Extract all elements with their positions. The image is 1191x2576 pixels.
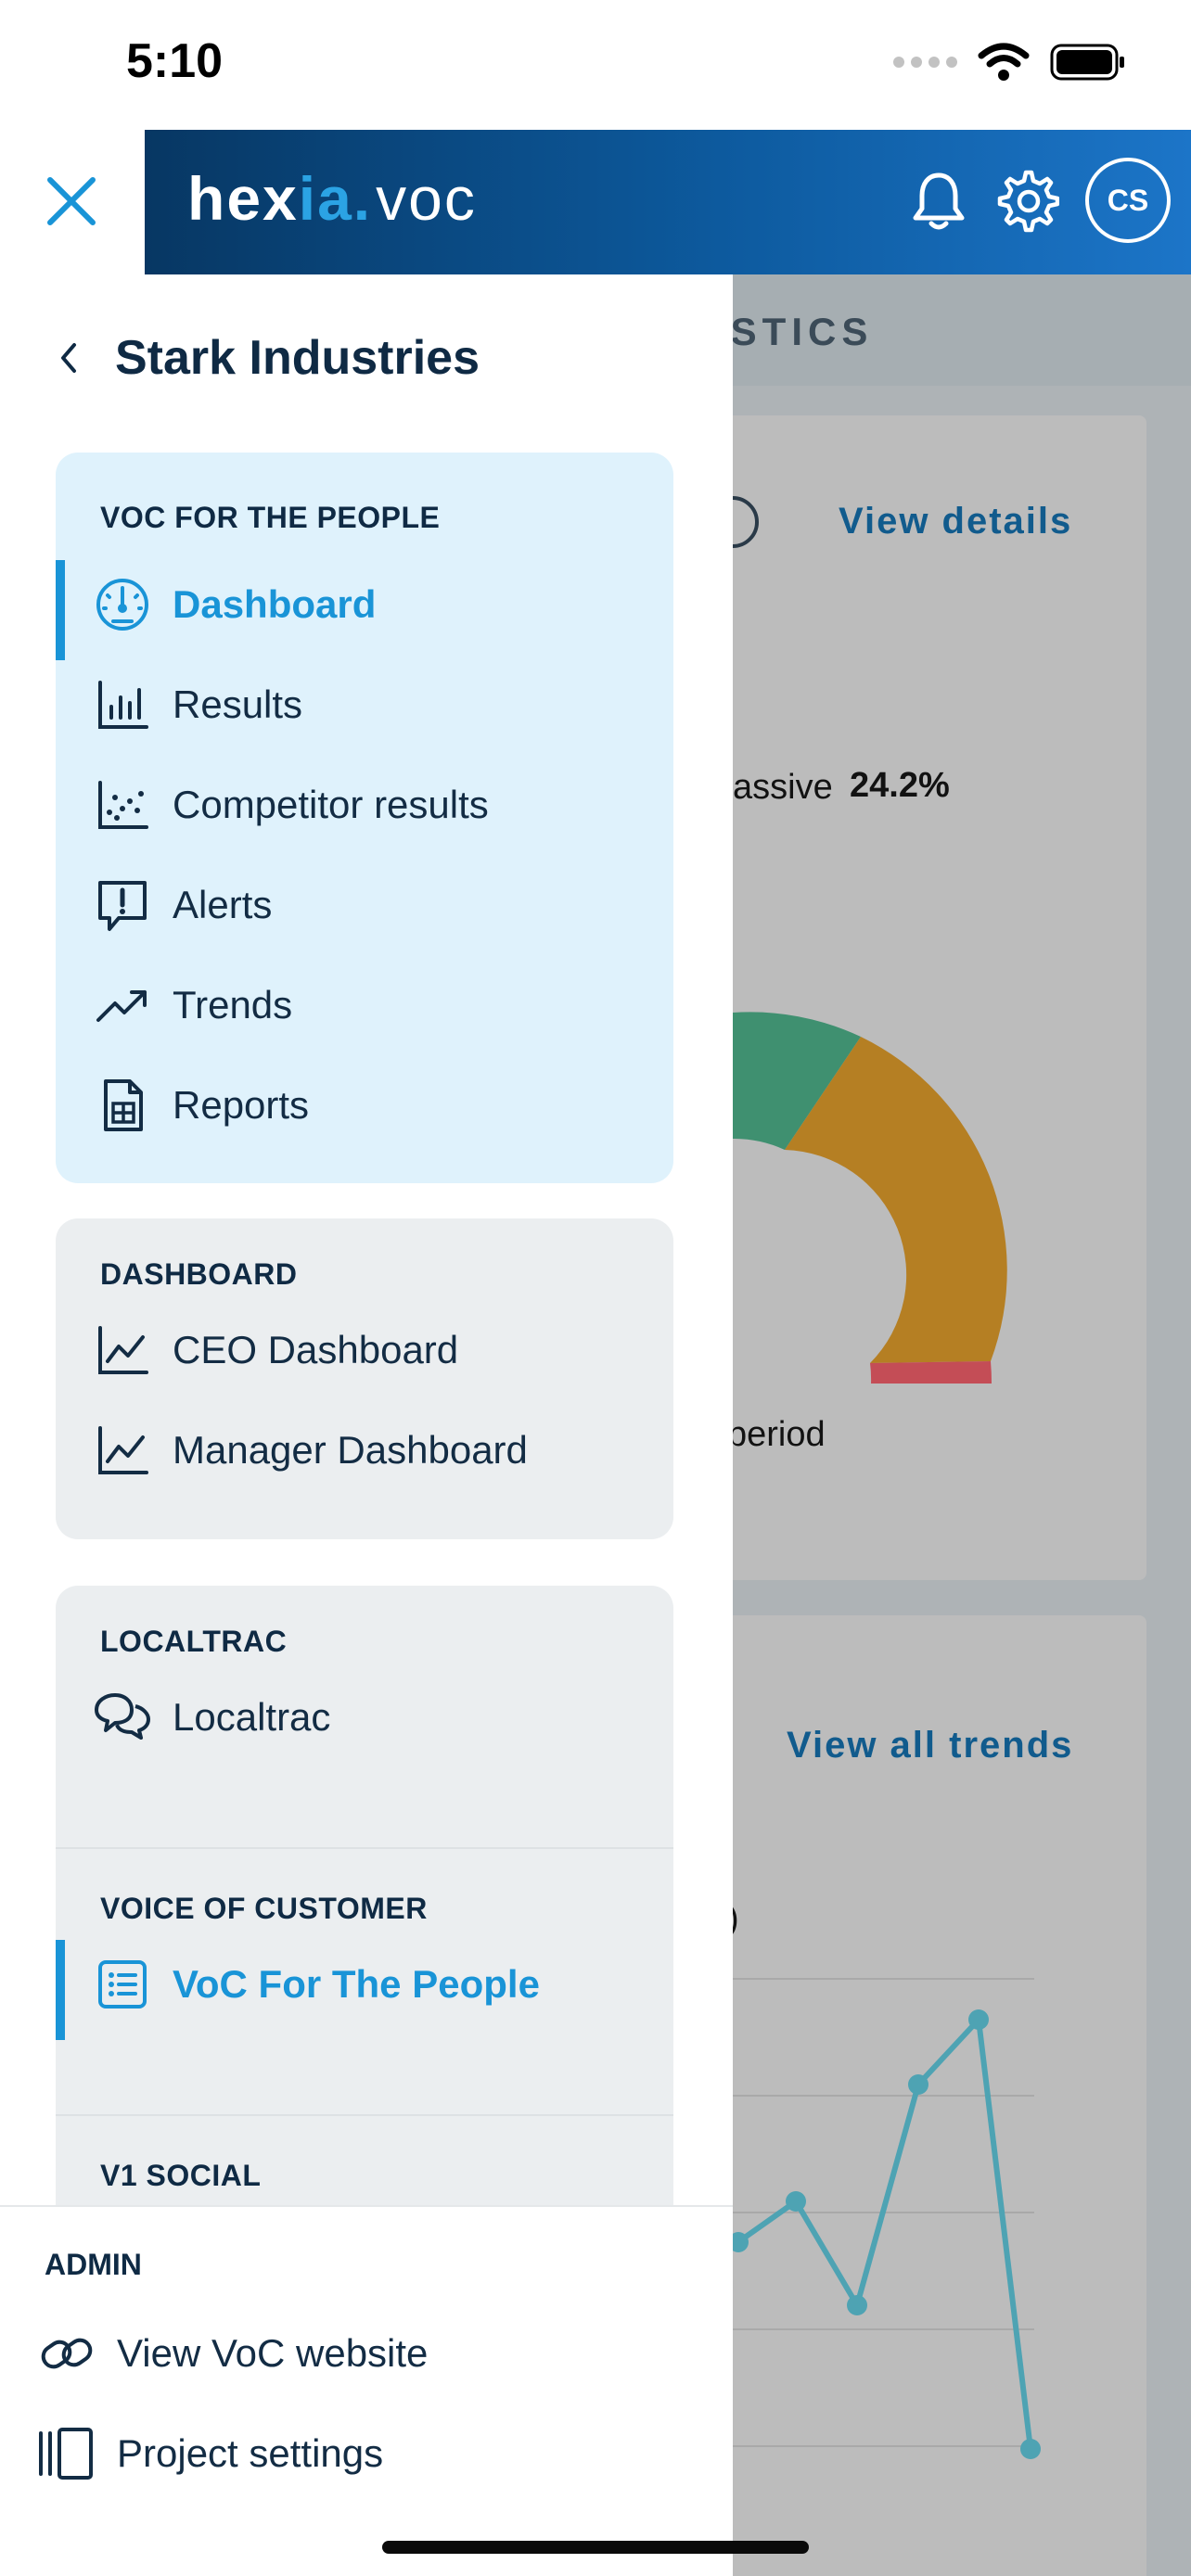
- nav-group-label: LOCALTRAC: [100, 1625, 288, 1658]
- alert-message-icon: [93, 875, 152, 935]
- nav-group-localtrac: LOCALTRAC Localtrac VOICE OF CUSTOMER Vo…: [56, 1586, 673, 2235]
- nav-group-voc-for-the-people: VOC FOR THE PEOPLE Dashboard Results Com…: [56, 453, 673, 1183]
- admin-panel: ADMIN View VoC website Project settings: [0, 2205, 733, 2576]
- nav-item-alerts[interactable]: Alerts: [56, 859, 673, 951]
- battery-icon: [1050, 44, 1124, 81]
- status-time: 5:10: [126, 34, 224, 88]
- nav-item-trends[interactable]: Trends: [56, 959, 673, 1052]
- passive-label: assive: [733, 768, 833, 807]
- drawer-title: Stark Industries: [115, 331, 480, 385]
- nav-group-dashboard: DASHBOARD CEO Dashboard Manager Dashboar…: [56, 1218, 673, 1539]
- list-icon: [93, 1955, 152, 2014]
- nav-item-label: Trends: [173, 983, 293, 1027]
- chat-bubbles-icon: [93, 1688, 152, 1747]
- nav-item-label: Dashboard: [173, 582, 377, 626]
- avatar[interactable]: CS: [1085, 158, 1171, 243]
- view-all-trends-link[interactable]: View all trends: [787, 1725, 1073, 1766]
- drawer-header[interactable]: Stark Industries: [56, 330, 480, 386]
- chevron-left-icon[interactable]: [56, 339, 80, 376]
- admin-item-project-settings[interactable]: Project settings: [0, 2407, 733, 2500]
- header-icons: CS: [911, 158, 1171, 243]
- nav-item-label: CEO Dashboard: [173, 1328, 459, 1371]
- admin-item-label: Project settings: [117, 2431, 384, 2475]
- nav-item-label: VoC For The People: [173, 1962, 540, 2006]
- view-details-link[interactable]: View details: [839, 501, 1072, 542]
- line-chart-icon: [93, 1320, 152, 1380]
- nav-item-label: Manager Dashboard: [173, 1428, 528, 1472]
- settings-panel-icon: [37, 2424, 96, 2483]
- nav-group-label: DASHBOARD: [100, 1257, 298, 1291]
- status-icons: [893, 43, 1126, 82]
- admin-item-view-voc-website[interactable]: View VoC website: [0, 2307, 733, 2400]
- period-label: period: [727, 1415, 826, 1454]
- nav-group-label: VOC FOR THE PEOPLE: [100, 501, 441, 534]
- nav-item-label: Alerts: [173, 883, 273, 926]
- trend-points: [728, 2009, 1041, 2459]
- line-chart-icon: [93, 1421, 152, 1480]
- cellular-signal-icon: [893, 57, 957, 68]
- bar-chart-icon: [93, 675, 152, 734]
- scatter-chart-icon: [93, 775, 152, 835]
- nav-item-voc-for-the-people[interactable]: VoC For The People: [56, 1938, 673, 2040]
- nav-item-label: Reports: [173, 1083, 310, 1127]
- nav-item-ceo-dashboard[interactable]: CEO Dashboard: [56, 1304, 673, 1396]
- passive-value: 24.2%: [850, 766, 950, 805]
- nav-item-dashboard[interactable]: Dashboard: [56, 558, 673, 660]
- home-indicator[interactable]: [382, 2541, 809, 2554]
- app-header: hexia.voc CS: [145, 130, 1191, 274]
- nav-item-competitor-results[interactable]: Competitor results: [56, 759, 673, 851]
- nav-group-label-voice-of-customer: VOICE OF CUSTOMER: [100, 1892, 428, 1925]
- wifi-icon: [978, 43, 1030, 81]
- group-divider: [56, 2114, 673, 2116]
- admin-item-label: View VoC website: [117, 2331, 429, 2375]
- nav-item-manager-dashboard[interactable]: Manager Dashboard: [56, 1404, 673, 1497]
- nav-item-localtrac[interactable]: Localtrac: [56, 1671, 673, 1764]
- close-icon[interactable]: [45, 174, 98, 228]
- link-icon: [37, 2324, 96, 2383]
- gauge-icon: [93, 575, 152, 634]
- gear-icon[interactable]: [992, 167, 1059, 234]
- gauge-segment-red: [870, 1361, 992, 1384]
- nav-item-reports[interactable]: Reports: [56, 1059, 673, 1152]
- logo: hexia.voc: [187, 164, 477, 233]
- navigation-drawer: Stark Industries VOC FOR THE PEOPLE Dash…: [0, 274, 733, 2576]
- bell-icon[interactable]: [911, 170, 967, 231]
- admin-label: ADMIN: [45, 2248, 142, 2281]
- nav-item-results[interactable]: Results: [56, 658, 673, 751]
- status-bar: 5:10: [0, 0, 1191, 130]
- trend-up-icon: [93, 976, 152, 1035]
- group-divider: [56, 1847, 673, 1849]
- nav-group-label-v1-social: V1 SOCIAL: [100, 2159, 262, 2192]
- nav-item-label: Results: [173, 682, 303, 726]
- report-document-icon: [93, 1076, 152, 1135]
- nav-item-label: Localtrac: [173, 1695, 331, 1739]
- nav-item-label: Competitor results: [173, 783, 489, 826]
- trend-line: [731, 2017, 1033, 2450]
